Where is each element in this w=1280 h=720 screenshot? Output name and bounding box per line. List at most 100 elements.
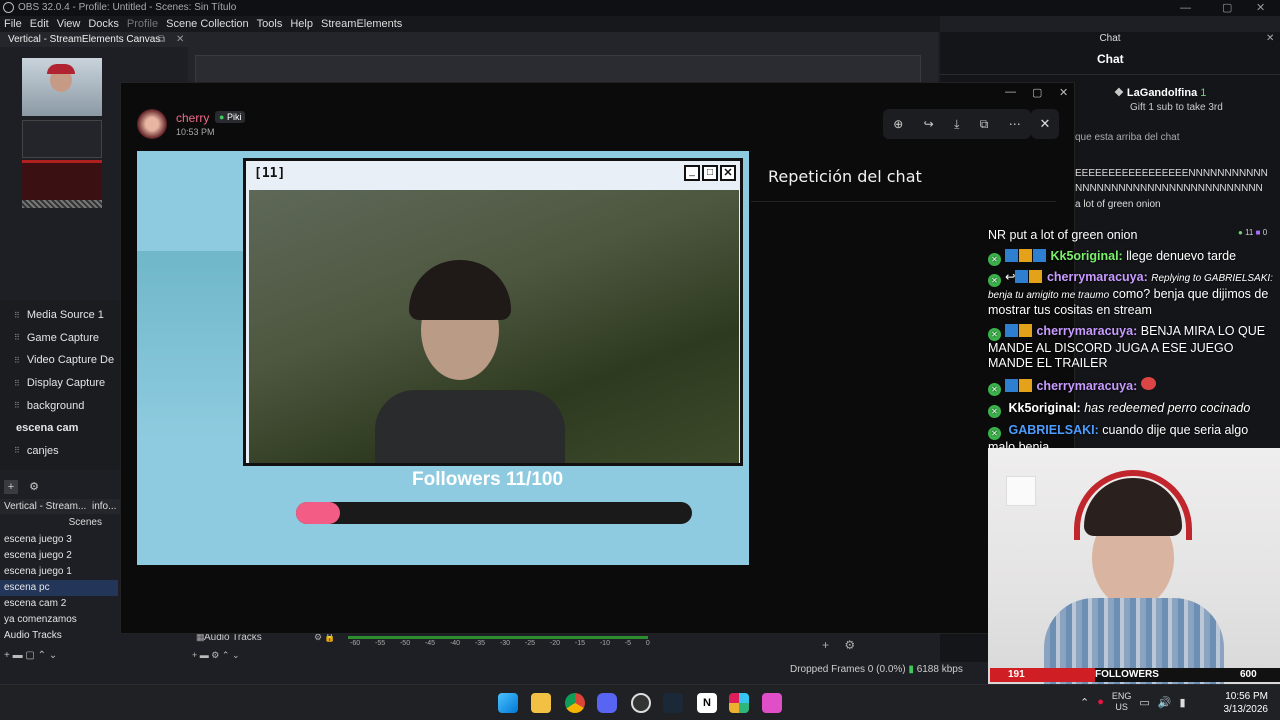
more-icon[interactable]: ⋯	[1009, 117, 1021, 131]
source-item[interactable]: ⠿ canjes	[0, 440, 120, 463]
add-audio-icon[interactable]: +	[192, 650, 197, 660]
close-viewer-button[interactable]: ✕	[1031, 109, 1059, 139]
bg-chat-top-user: ❖ LaGandolfina 1	[1114, 87, 1207, 99]
file-explorer-icon[interactable]	[531, 693, 551, 713]
add-source-icon[interactable]: +	[4, 480, 18, 494]
forward-icon[interactable]: ↪	[924, 117, 934, 131]
avatar[interactable]	[137, 109, 167, 139]
drag-handle-icon[interactable]: ⠿	[14, 446, 20, 455]
chat-dock-close-icon[interactable]: ✕	[1266, 33, 1274, 44]
followers-progress-track	[296, 502, 692, 524]
mic-icon[interactable]: ●	[1097, 696, 1104, 708]
followers-count: 191	[1008, 669, 1025, 680]
followers-bar-red	[990, 668, 1095, 682]
volume-meter[interactable]	[348, 636, 648, 639]
source-item[interactable]: ⠿ Game Capture	[0, 327, 120, 350]
volume-icon[interactable]: 🔊	[1158, 696, 1172, 709]
drag-handle-icon[interactable]: ⠿	[14, 333, 20, 342]
slack-icon[interactable]	[729, 693, 749, 713]
tab-vertical[interactable]: Vertical - Stream...	[0, 501, 86, 512]
menu-help[interactable]: Help	[290, 16, 313, 32]
steam-icon[interactable]	[663, 693, 683, 713]
webcam-person	[395, 240, 525, 390]
add-scene-icon[interactable]: +	[4, 650, 10, 661]
audio-up-icon[interactable]: ⌃	[222, 650, 230, 660]
drag-handle-icon[interactable]: ⠿	[14, 379, 20, 388]
mixer-toolbar: + ▬ ⚙ ⌃ ⌄	[192, 650, 240, 661]
source-item[interactable]: ⠿ Media Source 1	[0, 304, 120, 327]
audio-filter-icon[interactable]: ⚙	[211, 650, 219, 660]
audio-down-icon[interactable]: ⌄	[232, 650, 240, 660]
clock[interactable]: 10:56 PM 3/13/2026	[1222, 690, 1269, 716]
mod-badge-icon: ✕	[988, 427, 1001, 440]
network-icon[interactable]: ▭	[1139, 696, 1149, 709]
battery-icon[interactable]: ▮	[1180, 696, 1186, 709]
source-item[interactable]: ⠿ Display Capture	[0, 372, 120, 395]
mod-badge-icon: ✕	[988, 274, 1001, 287]
app-icon[interactable]	[762, 693, 782, 713]
close-icon[interactable]: ✕	[1256, 0, 1265, 16]
scene-filter-icon[interactable]: ▢	[25, 650, 34, 661]
viewer-minimize-icon[interactable]: —	[1005, 86, 1016, 98]
message-time: 10:53 PM	[176, 127, 215, 137]
vertical-canvas-dock-header: Vertical - StreamElements Canvas ⧉ ✕	[0, 32, 188, 47]
chrome-icon[interactable]	[565, 693, 585, 713]
scene-item[interactable]: escena cam 2	[0, 596, 118, 612]
scene-item[interactable]: Audio Tracks	[0, 628, 118, 644]
menu-tools[interactable]: Tools	[257, 16, 283, 32]
windows-start-icon[interactable]	[498, 693, 518, 713]
menu-streamelements[interactable]: StreamElements	[321, 16, 402, 32]
open-external-icon[interactable]: ⧉	[980, 117, 989, 132]
stream-chat-overlay: NR put a lot of green onion ✕ Kk5origina…	[988, 228, 1274, 455]
remove-audio-icon[interactable]: ▬	[200, 650, 209, 660]
language-indicator[interactable]: ENG US	[1112, 691, 1132, 713]
overlay-close-icon: ✕	[720, 165, 736, 181]
tab-info[interactable]: info...	[92, 499, 116, 514]
drag-handle-icon[interactable]: ⠿	[14, 311, 20, 320]
sub-badge-icon	[1005, 249, 1018, 262]
screen-thumbnail	[22, 120, 102, 158]
crown-badge-icon	[1019, 324, 1032, 337]
followers-label: FOLLOWERS	[1095, 669, 1159, 680]
scene-up-icon[interactable]: ⌃	[38, 650, 46, 661]
download-icon[interactable]: ⤓	[954, 117, 959, 132]
scene-item[interactable]: escena juego 3	[0, 532, 118, 548]
dock-float-icon[interactable]: ⧉	[158, 32, 165, 47]
dock-close-icon[interactable]: ✕	[176, 32, 184, 47]
source-settings-icon[interactable]: ⚙	[29, 480, 39, 493]
remove-scene-icon[interactable]: ▬	[13, 650, 23, 661]
scene-item[interactable]: escena juego 1	[0, 564, 118, 580]
obs-icon[interactable]	[631, 693, 651, 713]
source-item[interactable]: ⠿ background	[0, 394, 120, 417]
source-item[interactable]: ⠿ Video Capture De	[0, 349, 120, 372]
menu-scene-collection[interactable]: Scene Collection	[166, 16, 249, 32]
add-icon[interactable]: +	[822, 638, 829, 652]
chat-message: NR put a lot of green onion	[988, 228, 1138, 242]
scene-item[interactable]: escena juego 2	[0, 548, 118, 564]
settings-icon[interactable]: ⚙	[844, 638, 855, 652]
notion-icon[interactable]: N	[697, 693, 717, 713]
source-group[interactable]: escena cam	[0, 417, 120, 440]
scene-item-selected[interactable]: escena pc	[0, 580, 118, 596]
scene-down-icon[interactable]: ⌄	[49, 650, 57, 661]
chevron-up-icon[interactable]: ⌃	[1080, 696, 1089, 709]
drag-handle-icon[interactable]: ⠿	[14, 401, 20, 410]
chat-dock-title: Chat	[1099, 33, 1121, 44]
drag-handle-icon[interactable]: ⠿	[14, 356, 20, 365]
minimize-icon[interactable]: —	[1180, 0, 1191, 16]
replay-divider	[751, 201, 1056, 202]
scene-item[interactable]: ya comenzamos	[0, 612, 118, 628]
zoom-icon[interactable]: ⊕	[893, 117, 903, 131]
viewer-close-window-icon[interactable]: ✕	[1059, 86, 1068, 99]
maximize-icon[interactable]: ▢	[1222, 0, 1232, 16]
menu-edit[interactable]: Edit	[30, 16, 49, 32]
viewer-toolbar: ⊕ ↪ ⤓ ⧉ ⋯	[883, 109, 1031, 139]
menu-view[interactable]: View	[57, 16, 81, 32]
viewer-username[interactable]: cherry	[176, 111, 209, 125]
menu-profile[interactable]: Profile	[127, 16, 158, 32]
viewer-maximize-icon[interactable]: ▢	[1032, 86, 1042, 99]
menu-file[interactable]: File	[4, 16, 22, 32]
menu-docks[interactable]: Docks	[88, 16, 119, 32]
headset	[1074, 470, 1192, 540]
discord-icon[interactable]	[597, 693, 617, 713]
